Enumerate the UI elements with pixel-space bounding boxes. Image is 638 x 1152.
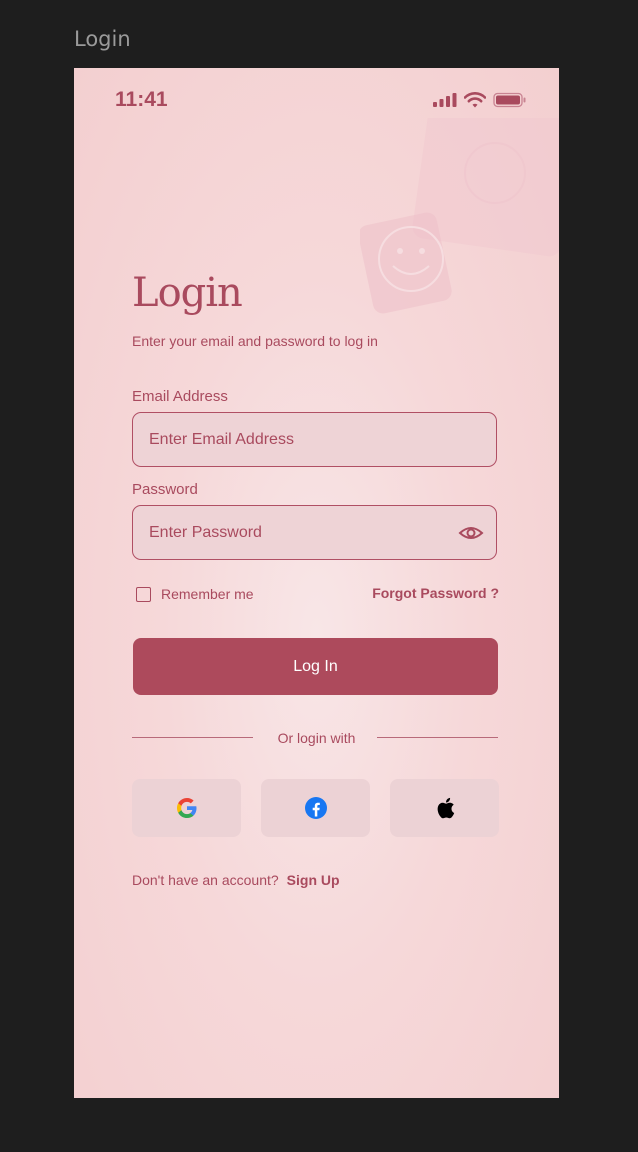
decorative-smiley-stickers [360, 118, 559, 314]
password-label: Password [132, 481, 198, 498]
apple-login-button[interactable] [390, 779, 499, 837]
remember-checkbox[interactable] [136, 586, 151, 602]
divider-text: Or login with [277, 730, 356, 746]
show-password-icon[interactable] [458, 522, 484, 544]
email-label: Email Address [132, 388, 228, 405]
login-button[interactable]: Log In [133, 638, 498, 695]
apple-icon [437, 797, 454, 819]
google-login-button[interactable] [132, 779, 241, 837]
wifi-icon [464, 92, 486, 108]
remember-label: Remember me [161, 586, 254, 602]
signup-row: Don't have an account? Sign Up [132, 872, 340, 888]
facebook-icon [304, 797, 327, 819]
signup-link[interactable]: Sign Up [287, 872, 340, 888]
battery-icon [493, 92, 526, 108]
status-icons [433, 92, 527, 108]
status-time: 11:41 [115, 88, 168, 111]
google-icon [176, 798, 196, 818]
frame-label: Login [74, 27, 131, 51]
phone-screen: 11:41 Login Enter your email and passwor… [74, 68, 559, 1098]
email-field[interactable] [132, 412, 497, 467]
forgot-password-link[interactable]: Forgot Password ? [372, 585, 499, 601]
divider-right [377, 737, 498, 738]
page-subtitle: Enter your email and password to log in [132, 333, 378, 349]
facebook-login-button[interactable] [261, 779, 370, 837]
remember-me[interactable]: Remember me [136, 586, 254, 602]
password-field[interactable] [132, 505, 497, 560]
signal-icon [433, 93, 457, 107]
signup-prompt: Don't have an account? [132, 872, 279, 888]
page-title: Login [132, 270, 243, 316]
